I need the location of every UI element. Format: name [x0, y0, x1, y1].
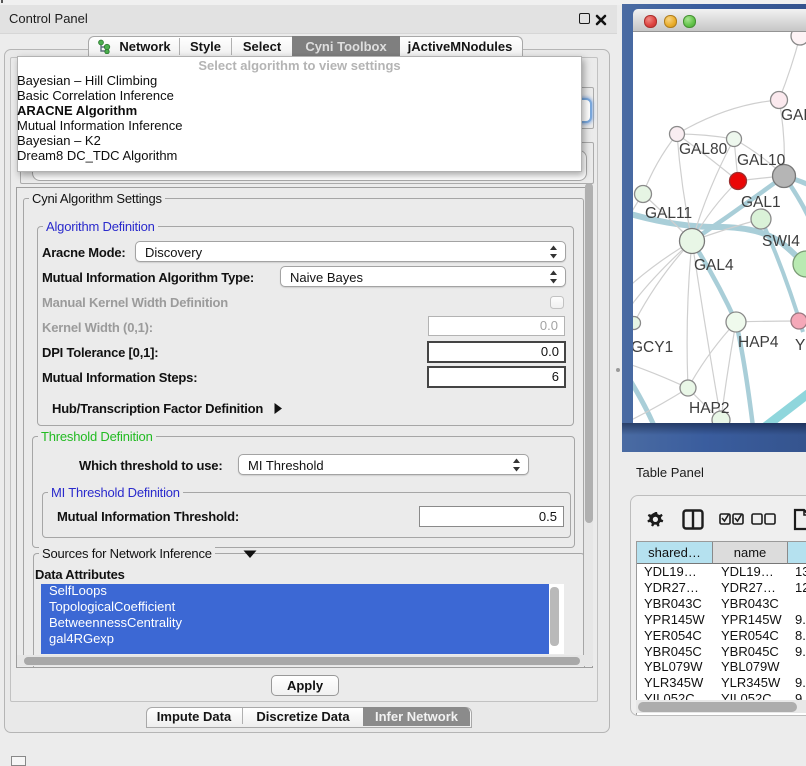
svg-text:GAL10: GAL10: [737, 152, 786, 169]
svg-text:HAP4: HAP4: [738, 334, 779, 351]
svg-text:GAL80: GAL80: [679, 141, 728, 158]
svg-text:GAL4: GAL4: [694, 257, 734, 274]
svg-text:GCY1: GCY1: [633, 339, 673, 356]
svg-text:Y: Y: [795, 337, 805, 354]
svg-text:GAL7: GAL7: [781, 107, 806, 124]
svg-text:SWI4: SWI4: [762, 233, 800, 250]
svg-text:HAP2: HAP2: [689, 400, 730, 417]
svg-text:GAL1: GAL1: [741, 194, 781, 211]
svg-text:GAL11: GAL11: [645, 205, 692, 222]
